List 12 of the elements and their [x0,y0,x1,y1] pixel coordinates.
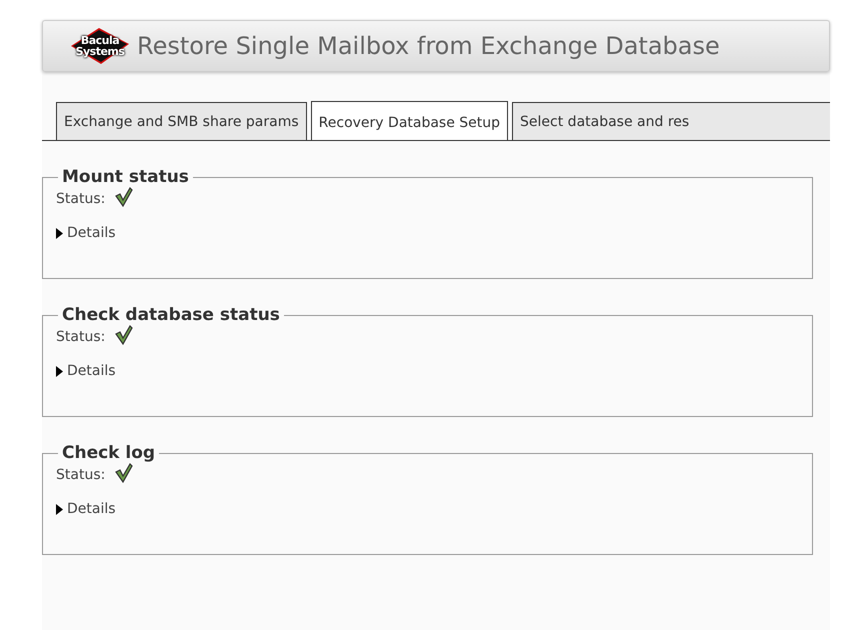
panel-title: Check log [61,443,156,463]
details-toggle[interactable]: Details [56,225,116,241]
tab[interactable]: Recovery Database Setup [310,101,508,140]
details-toggle[interactable]: Details [56,501,116,517]
tab[interactable]: Exchange and SMB share params [56,102,307,140]
status-label: Status: [56,191,106,207]
status-label: Status: [56,467,106,483]
status-label: Status: [56,329,106,345]
details-toggle[interactable]: Details [56,363,116,379]
page-title: Restore Single Mailbox from Exchange Database [137,32,720,60]
panel-title: Mount status [61,167,190,187]
panel-title: Check database status [61,305,281,325]
